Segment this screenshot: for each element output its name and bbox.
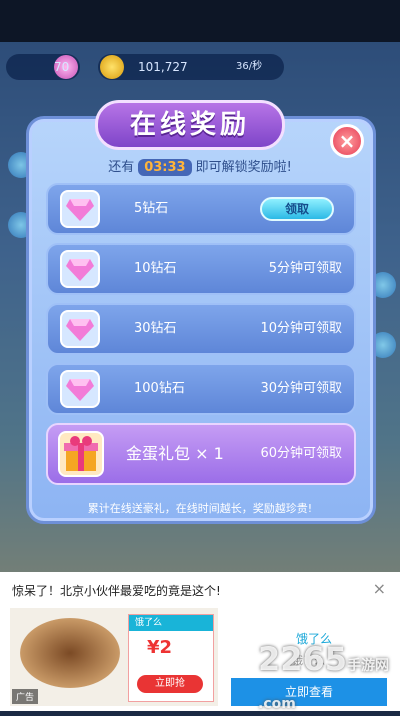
- watermark-main: 2265: [258, 640, 348, 678]
- status-bar: [0, 0, 400, 42]
- gift-label: 金蛋礼包 × 1: [126, 444, 224, 463]
- diamond-icon: [60, 250, 100, 288]
- coupon-button[interactable]: 立即抢: [137, 675, 203, 693]
- reward-label: 5钻石: [134, 201, 169, 216]
- diamond-icon: [60, 370, 100, 408]
- gift-status: 60分钟可领取: [260, 446, 342, 461]
- coupon-amount: ¥2: [147, 637, 173, 658]
- ad-image[interactable]: 饿了么 ¥2 立即抢: [10, 608, 218, 706]
- resource-bar: 70 101,727 36/秒: [6, 54, 394, 84]
- coupon-brand: 饿了么: [129, 615, 213, 631]
- coin-counter[interactable]: 101,727 36/秒: [98, 54, 284, 80]
- watermark-sub: 手游网: [347, 658, 390, 674]
- claim-button[interactable]: 领取: [260, 197, 334, 221]
- countdown-time: 03:33: [138, 159, 192, 176]
- ad-tag: 广告: [12, 689, 39, 704]
- reward-label: 100钻石: [134, 381, 185, 396]
- coupon-ticket: 饿了么 ¥2 立即抢: [128, 614, 214, 702]
- reward-row: 30钻石 10分钟可领取: [46, 303, 356, 355]
- reward-status: 5分钟可领取: [268, 261, 342, 276]
- gem-counter[interactable]: 70: [6, 54, 80, 80]
- reward-label: 10钻石: [134, 261, 177, 276]
- close-icon[interactable]: ×: [373, 579, 386, 598]
- diamond-icon: [60, 190, 100, 228]
- ad-title[interactable]: 惊呆了！北京小伙伴最爱吃的竟是这个!: [12, 582, 221, 599]
- reward-status: 10分钟可领取: [260, 321, 342, 336]
- reward-footnote: 累计在线送豪礼，在线时间越长，奖励越珍贵!: [87, 502, 313, 515]
- gem-count: 70: [54, 60, 70, 74]
- dialog-title: 在线奖励: [95, 100, 285, 150]
- watermark-domain: .com: [258, 696, 296, 712]
- food-plate-image: [20, 618, 120, 688]
- gift-box-icon: [58, 431, 104, 477]
- reward-row: 100钻石 30分钟可领取: [46, 363, 356, 415]
- countdown: 还有 03:33 即可解锁奖励啦!: [0, 156, 400, 176]
- coin-rate: 36/秒: [236, 61, 263, 72]
- reward-status: 30分钟可领取: [260, 381, 342, 396]
- countdown-suffix: 即可解锁奖励啦!: [195, 160, 292, 175]
- reward-label: 30钻石: [134, 321, 177, 336]
- site-watermark: 2265手游网 .com: [258, 640, 389, 716]
- reward-row: 10钻石 5分钟可领取: [46, 243, 356, 295]
- countdown-prefix: 还有: [108, 160, 135, 175]
- gift-reward-row: 金蛋礼包 × 1 60分钟可领取: [46, 423, 356, 485]
- coin-count: 101,727: [138, 60, 188, 74]
- coin-icon: [100, 55, 124, 79]
- diamond-icon: [60, 310, 100, 348]
- reward-row: 5钻石 领取: [46, 183, 356, 235]
- close-button[interactable]: ×: [330, 124, 364, 158]
